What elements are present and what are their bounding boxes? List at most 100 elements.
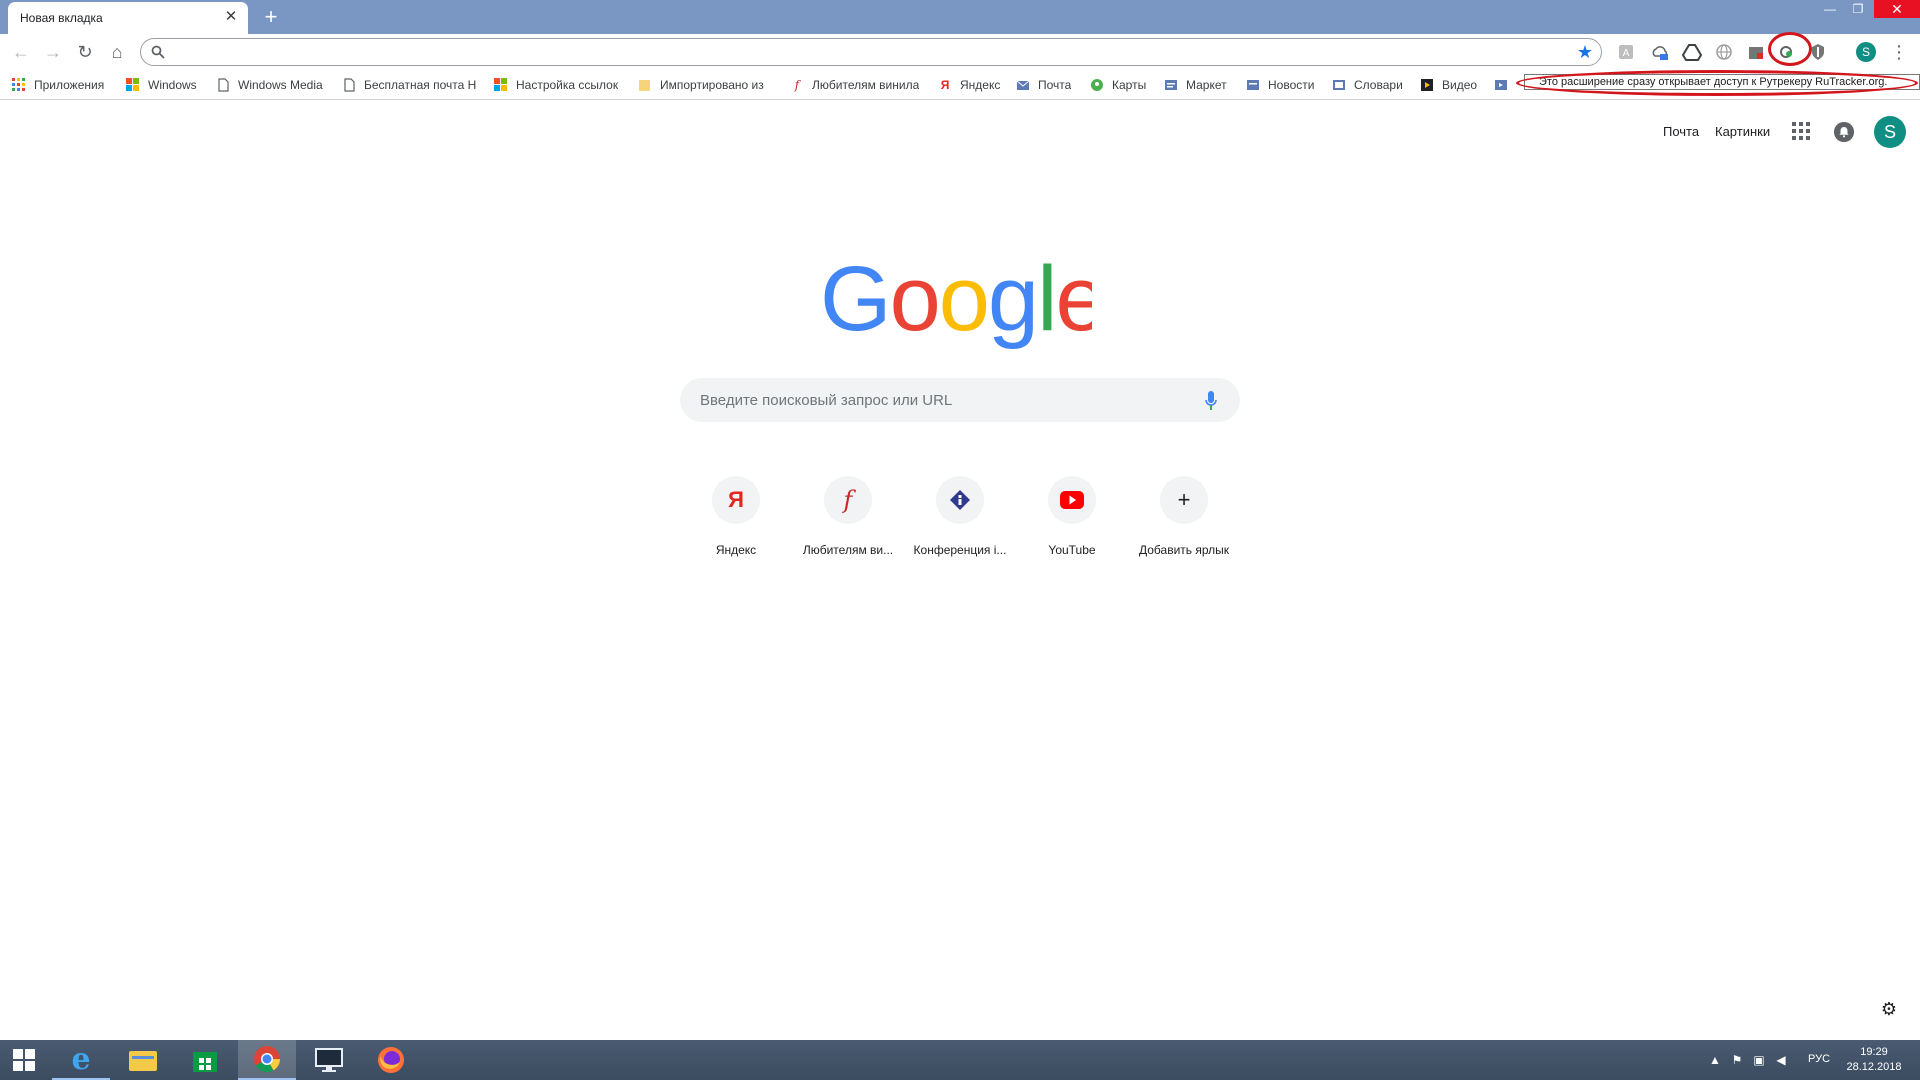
plus-icon: + <box>1177 487 1191 512</box>
forward-arrow-icon[interactable]: → <box>40 39 66 65</box>
taskbar-firefox[interactable] <box>362 1040 420 1080</box>
shortcut-tile <box>1048 476 1096 524</box>
mail-link[interactable]: Почта <box>1663 124 1699 139</box>
shortcut-tile: Я <box>712 476 760 524</box>
images-link[interactable]: Картинки <box>1715 124 1770 139</box>
shortcuts-grid: Я Яндекс f Любителям ви... Конференция i… <box>680 476 1240 566</box>
shortcut-label: Конференция i... <box>913 543 1007 557</box>
bookmark-free-mail[interactable]: Бесплатная почта H <box>342 76 478 94</box>
extension-translate-icon[interactable]: A <box>1616 42 1636 62</box>
shortcut-label: YouTube <box>1048 543 1096 557</box>
bookmark-link-settings[interactable]: Настройка ссылок <box>494 76 618 94</box>
shortcut-label: Добавить ярлык <box>1138 543 1229 557</box>
bookmark-apps[interactable]: Приложения <box>12 76 104 94</box>
taskbar-chrome[interactable] <box>238 1040 296 1080</box>
tray-language[interactable]: РУС <box>1808 1053 1830 1065</box>
shortcut-add[interactable]: + Добавить ярлык <box>1128 476 1240 566</box>
bookmark-yandex[interactable]: Я Яндекс <box>938 76 1001 94</box>
extension-cloud-icon[interactable] <box>1650 42 1670 62</box>
clock-time: 19:29 <box>1860 1046 1888 1058</box>
taskbar-desktop[interactable] <box>300 1040 358 1080</box>
search-input[interactable] <box>700 390 1180 410</box>
svg-text:A: A <box>1623 48 1630 59</box>
tab-new-tab[interactable]: Новая вкладка ✕ <box>8 2 248 34</box>
customize-gear-icon[interactable]: ⚙ <box>1880 1000 1898 1018</box>
extension-globe-icon[interactable] <box>1714 42 1734 62</box>
maps-icon <box>1091 79 1103 91</box>
shortcut-vinyl[interactable]: f Любителям ви... <box>792 476 904 566</box>
bookmark-windows[interactable]: Windows <box>126 76 197 94</box>
title-bar: Новая вкладка ✕ + — ❐ ✕ <box>0 0 1920 34</box>
back-arrow-icon[interactable]: ← <box>8 39 34 65</box>
google-apps-icon[interactable] <box>1792 122 1810 140</box>
page-icon <box>344 78 355 92</box>
bookmark-windows-media[interactable]: Windows Media <box>216 76 323 94</box>
extension-drive-icon[interactable] <box>1682 42 1702 62</box>
shortcut-yandex[interactable]: Я Яндекс <box>680 476 792 566</box>
monitor-icon <box>315 1048 343 1072</box>
bookmark-video[interactable]: Видео <box>1420 76 1477 94</box>
tray-flag-icon[interactable]: ⚑ <box>1730 1053 1744 1067</box>
folder-icon <box>639 80 650 91</box>
tray-volume-icon[interactable]: ◀ <box>1774 1053 1788 1067</box>
taskbar-store[interactable] <box>176 1040 234 1080</box>
bookmark-star-icon[interactable]: ★ <box>1577 42 1593 62</box>
youtube-icon <box>1060 491 1084 509</box>
tray-chevron-up-icon[interactable]: ▲ <box>1708 1053 1722 1067</box>
bookmark-news[interactable]: Новости <box>1246 76 1314 94</box>
profile-avatar[interactable]: S <box>1856 42 1876 62</box>
bookmark-label: Любителям винила <box>812 78 920 92</box>
bookmark-overflow[interactable] <box>1494 76 1516 94</box>
new-tab-button[interactable]: + <box>258 4 284 30</box>
music-icon <box>1495 80 1507 90</box>
windows-icon <box>126 78 139 91</box>
windows-icon <box>494 78 507 91</box>
apps-grid-icon <box>12 78 25 91</box>
news-icon <box>1247 80 1259 90</box>
reload-icon[interactable]: ↻ <box>72 39 98 65</box>
folder-icon <box>129 1051 157 1071</box>
bookmark-imported-folder[interactable]: Импортировано из <box>638 76 772 94</box>
notifications-bell-icon[interactable] <box>1834 122 1854 142</box>
account-avatar[interactable]: S <box>1874 116 1906 148</box>
bookmark-dictionaries[interactable]: Словари <box>1332 76 1403 94</box>
market-icon <box>1165 80 1177 90</box>
browser-toolbar: ← → ↻ ⌂ ★ A S ⋮ <box>0 34 1920 70</box>
bookmark-label: Маркет <box>1186 78 1227 92</box>
shortcut-label: Любителям ви... <box>802 543 894 557</box>
taskbar-internet-explorer[interactable]: e <box>52 1040 110 1080</box>
taskbar-file-explorer[interactable] <box>114 1040 172 1080</box>
search-box[interactable] <box>680 378 1240 422</box>
tray-clock[interactable]: 19:29 28.12.2018 <box>1842 1045 1906 1075</box>
annotation-extension-circle <box>1768 32 1812 66</box>
shortcut-tile <box>936 476 984 524</box>
yandex-icon: Я <box>940 78 950 92</box>
restore-icon[interactable]: ❐ <box>1844 0 1872 18</box>
search-icon <box>151 45 165 59</box>
bookmark-mail[interactable]: Почта <box>1016 76 1071 94</box>
bookmark-label: Windows <box>148 78 197 92</box>
address-input[interactable] <box>171 43 1551 61</box>
chrome-icon <box>254 1046 281 1073</box>
home-icon[interactable]: ⌂ <box>104 39 130 65</box>
mail-icon <box>1016 80 1030 90</box>
window-close-icon[interactable]: ✕ <box>1874 0 1920 18</box>
dictionary-icon <box>1333 80 1345 90</box>
bookmark-market[interactable]: Маркет <box>1164 76 1227 94</box>
address-bar[interactable]: ★ <box>140 38 1602 66</box>
menu-kebab-icon[interactable]: ⋮ <box>1890 40 1908 64</box>
yandex-icon: Я <box>728 487 744 512</box>
tray-network-icon[interactable]: ▣ <box>1752 1053 1766 1067</box>
bookmark-maps[interactable]: Карты <box>1090 76 1146 94</box>
shortcut-ixbt-conference[interactable]: Конференция i... <box>904 476 1016 566</box>
bookmark-label: Импортировано из <box>660 78 764 92</box>
tab-close-icon[interactable]: ✕ <box>222 8 240 26</box>
shortcut-youtube[interactable]: YouTube <box>1016 476 1128 566</box>
microphone-icon[interactable] <box>1204 390 1218 412</box>
bookmark-vinyl[interactable]: f Любителям винила <box>790 76 920 94</box>
minimize-icon[interactable]: — <box>1816 0 1844 18</box>
extension-calendar-icon[interactable] <box>1746 42 1766 62</box>
start-button[interactable] <box>0 1040 48 1080</box>
ie-icon: e <box>71 1041 91 1077</box>
clock-date: 28.12.2018 <box>1846 1061 1902 1073</box>
